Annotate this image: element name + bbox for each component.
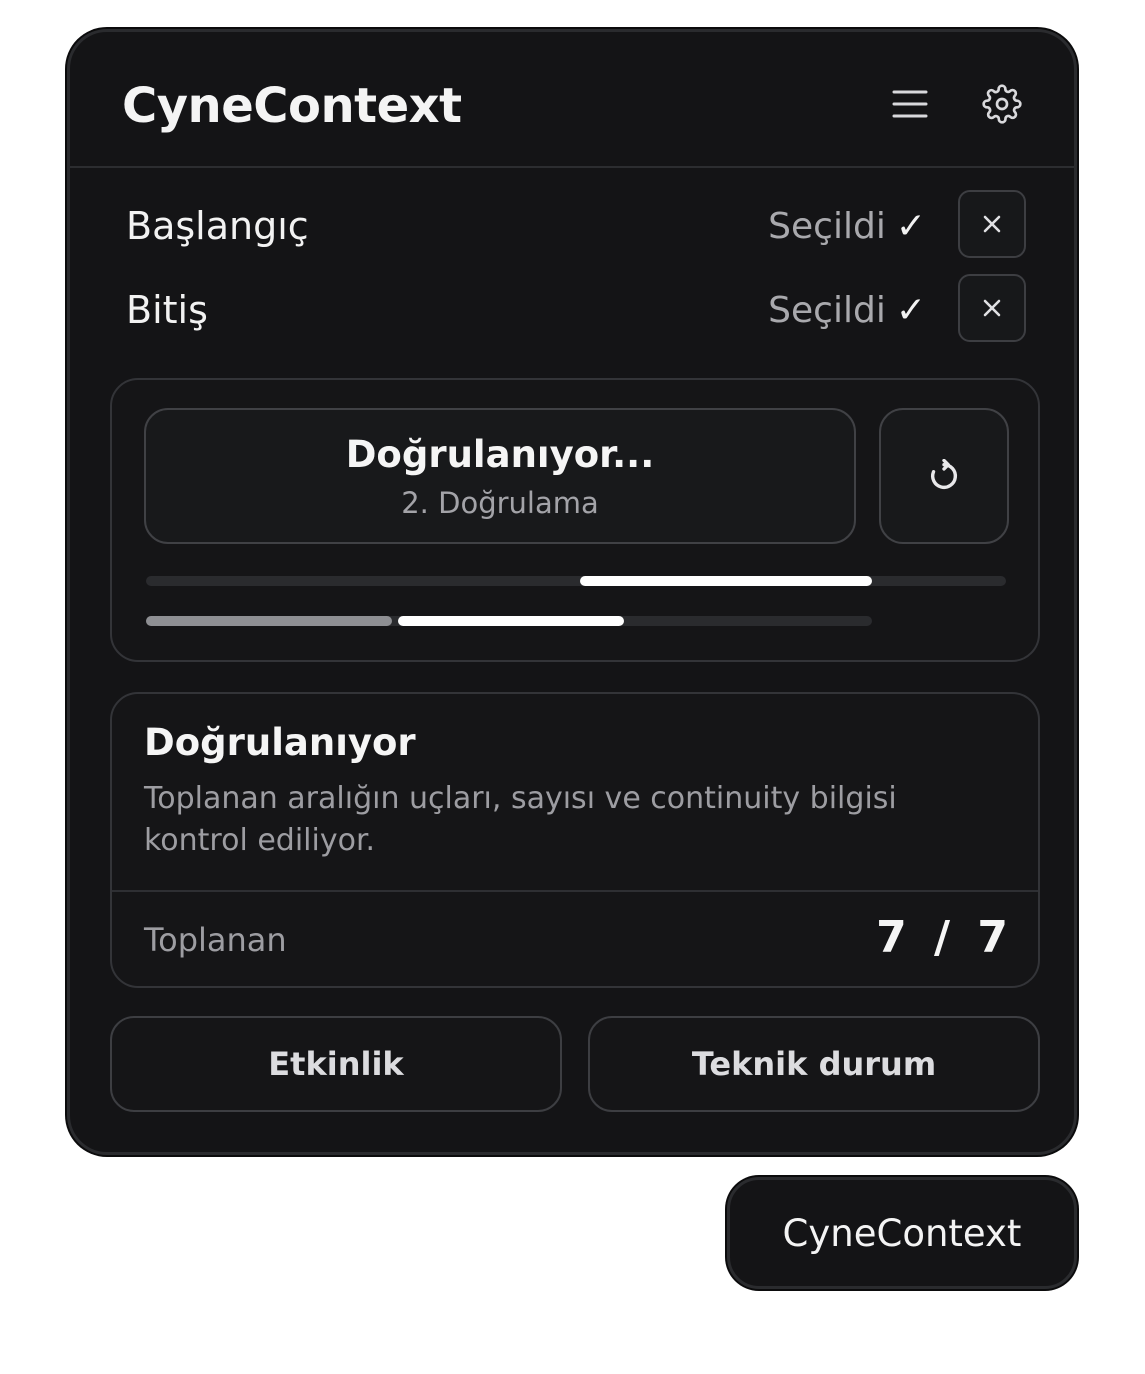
- status-info-card: Doğrulanıyor Toplanan aralığın uçları, s…: [110, 692, 1040, 988]
- checkmark-icon: ✓: [895, 290, 926, 331]
- collected-count: 7 / 7: [876, 912, 1008, 963]
- end-label: Bitiş: [126, 288, 208, 332]
- launcher-button[interactable]: CyneContext: [727, 1177, 1077, 1289]
- progress-done-segment-2: [146, 616, 392, 626]
- start-selection-row: Başlangıç Seçildi ✓: [122, 190, 1026, 262]
- end-status: Seçildi ✓: [768, 288, 926, 334]
- progress-active-segment-2: [398, 616, 624, 626]
- close-icon: [983, 299, 1001, 317]
- verify-title: Doğrulanıyor...: [345, 433, 655, 476]
- end-status-text: Seçildi: [768, 290, 886, 331]
- verify-subtitle: 2. Doğrulama: [401, 486, 599, 520]
- start-status: Seçildi ✓: [768, 204, 926, 250]
- start-status-text: Seçildi: [768, 206, 886, 247]
- menu-button[interactable]: [886, 80, 934, 128]
- panel-header: CyneContext: [70, 32, 1074, 168]
- close-icon: [983, 215, 1001, 233]
- checkmark-icon: ✓: [895, 206, 926, 247]
- app-title: CyneContext: [122, 78, 462, 134]
- verification-card: Doğrulanıyor... 2. Doğrulama: [110, 378, 1040, 662]
- gear-icon: [982, 84, 1022, 124]
- progress-active-segment-1: [580, 576, 872, 586]
- progress-track-1: [146, 576, 1006, 586]
- clear-end-button[interactable]: [958, 274, 1026, 342]
- cynecontext-panel: CyneContext Başlangıç Seçildi ✓ Bitiş Se…: [67, 29, 1077, 1155]
- refresh-button[interactable]: [879, 408, 1009, 544]
- verify-status-button[interactable]: Doğrulanıyor... 2. Doğrulama: [144, 408, 856, 544]
- start-label: Başlangıç: [126, 204, 309, 248]
- clear-start-button[interactable]: [958, 190, 1026, 258]
- refresh-icon: [931, 459, 957, 490]
- settings-button[interactable]: [978, 80, 1026, 128]
- collected-label: Toplanan: [144, 921, 287, 959]
- info-description: Toplanan aralığın uçları, sayısı ve cont…: [144, 781, 897, 858]
- activity-button[interactable]: Etkinlik: [110, 1016, 562, 1112]
- hamburger-menu-icon: [892, 90, 928, 118]
- end-selection-row: Bitiş Seçildi ✓: [122, 274, 1026, 346]
- technical-status-button[interactable]: Teknik durum: [588, 1016, 1040, 1112]
- info-divider: [112, 890, 1038, 892]
- info-title: Doğrulanıyor: [144, 721, 416, 764]
